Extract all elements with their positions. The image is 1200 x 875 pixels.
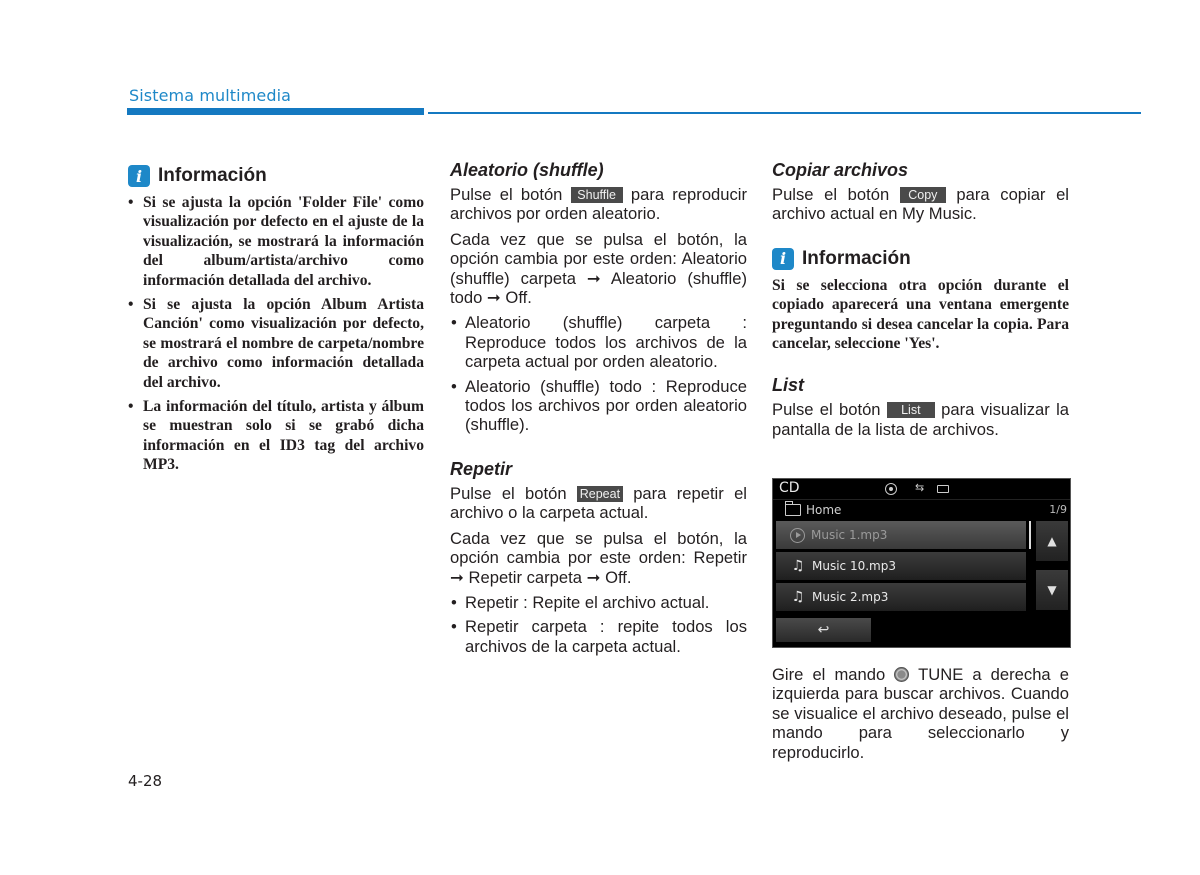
tune-text: Gire el mando TUNE a derecha e izquierda… bbox=[772, 665, 1069, 762]
arrow-down-icon: ▼ bbox=[1047, 583, 1057, 597]
info-bullet: Si se ajusta la opción Album Artista Can… bbox=[128, 295, 424, 392]
scrollbar[interactable] bbox=[1029, 521, 1031, 549]
repeat-bullet: Repetir carpeta : repite todos los archi… bbox=[450, 617, 747, 656]
shuffle-bullet: Aleatorio (shuffle) carpeta : Reproduce … bbox=[450, 313, 747, 371]
info-box-display: i Información Si se ajusta la opción 'Fo… bbox=[128, 165, 424, 480]
info-bullet-list: Si se ajusta la opción 'Folder File' com… bbox=[128, 193, 424, 475]
disc-icon bbox=[885, 483, 897, 495]
repeat-intro: Pulse el botón Repeat para repetir el ar… bbox=[450, 484, 747, 523]
file-list-screen: CD ⇆ Home 1/9 Music 1.mp3 ♫ Music 10.mp3… bbox=[772, 478, 1071, 648]
copy-heading: Copiar archivos bbox=[772, 160, 909, 180]
usb-icon: ⇆ bbox=[915, 481, 925, 494]
page-number: 4-28 bbox=[128, 772, 163, 790]
copy-intro: Pulse el botón Copy para copiar el archi… bbox=[772, 185, 1069, 224]
repeat-bullets: Repetir : Repite el archivo actual. Repe… bbox=[450, 593, 747, 656]
shuffle-bullets: Aleatorio (shuffle) carpeta : Reproduce … bbox=[450, 313, 747, 434]
folder-path[interactable]: Home bbox=[785, 501, 842, 517]
folder-name: Home bbox=[806, 503, 842, 517]
text: Pulse el botón bbox=[772, 400, 887, 420]
music-note-icon: ♫ bbox=[791, 589, 805, 605]
music-note-icon: ♫ bbox=[791, 558, 805, 574]
shuffle-order: Cada vez que se pulsa el botón, la opció… bbox=[450, 229, 747, 308]
repeat-bullet: Repetir : Repite el archivo actual. bbox=[450, 593, 747, 613]
repeat-heading: Repetir bbox=[450, 458, 513, 479]
column-shuffle-repeat: Aleatorio (shuffle) Pulse el botón Shuff… bbox=[450, 160, 747, 662]
list-heading: List bbox=[772, 375, 805, 396]
info-title: Información bbox=[802, 247, 911, 269]
file-count: 1/9 bbox=[1049, 503, 1067, 516]
shuffle-heading: Aleatorio (shuffle) bbox=[450, 160, 604, 180]
file-name: Music 10.mp3 bbox=[812, 559, 896, 573]
scroll-down-button[interactable]: ▼ bbox=[1036, 570, 1068, 610]
text: Pulse el botón bbox=[772, 185, 900, 204]
tune-instructions: Gire el mando TUNE a derecha e izquierda… bbox=[772, 665, 1069, 768]
repeat-button: Repeat bbox=[576, 485, 623, 502]
file-name: Music 2.mp3 bbox=[812, 590, 889, 604]
copy-info-text: Si se selecciona otra opción durante el … bbox=[772, 276, 1069, 353]
battery-icon bbox=[937, 485, 949, 493]
play-icon bbox=[790, 527, 805, 543]
file-list-item[interactable]: ♫ Music 10.mp3 bbox=[776, 552, 1026, 580]
text: Pulse el botón bbox=[450, 483, 577, 503]
header-accent-bar bbox=[127, 108, 424, 115]
info-bullet: Si se ajusta la opción 'Folder File' com… bbox=[128, 193, 424, 290]
file-list-item[interactable]: ♫ Music 2.mp3 bbox=[776, 583, 1026, 611]
file-list-item[interactable]: Music 1.mp3 bbox=[776, 521, 1026, 549]
section-title: Sistema multimedia bbox=[129, 86, 292, 105]
info-icon: i bbox=[128, 165, 150, 187]
info-bullet: La información del título, artista y álb… bbox=[128, 397, 424, 475]
shuffle-intro: Pulse el botón Shuffle para reproducir a… bbox=[450, 185, 747, 224]
shuffle-button: Shuffle bbox=[570, 187, 623, 203]
info-title: Información bbox=[158, 165, 267, 186]
info-heading: i Información bbox=[772, 247, 1069, 270]
copy-button: Copy bbox=[899, 187, 946, 203]
tune-knob-icon bbox=[894, 667, 910, 682]
scroll-up-button[interactable]: ▲ bbox=[1036, 521, 1068, 561]
shuffle-bullet: Aleatorio (shuffle) todo : Reproduce tod… bbox=[450, 377, 747, 435]
text: Pulse el botón bbox=[450, 185, 571, 204]
column-copy-list: Copiar archivos Pulse el botón Copy para… bbox=[772, 160, 1069, 445]
file-name: Music 1.mp3 bbox=[811, 528, 888, 542]
arrow-up-icon: ▲ bbox=[1047, 534, 1057, 548]
list-button: List bbox=[886, 402, 935, 419]
folder-icon bbox=[785, 501, 801, 516]
source-label: CD bbox=[779, 480, 800, 496]
repeat-order: Cada vez que se pulsa el botón, la opció… bbox=[450, 528, 747, 587]
header-rule bbox=[428, 112, 1141, 114]
back-button[interactable]: ↩ bbox=[776, 618, 871, 642]
list-intro: Pulse el botón List para visualizar la p… bbox=[772, 400, 1069, 439]
text: Gire el mando bbox=[772, 665, 895, 684]
back-icon: ↩ bbox=[817, 622, 830, 638]
info-heading: i Información bbox=[128, 165, 424, 187]
info-icon: i bbox=[772, 247, 794, 270]
screen-status-bar: CD ⇆ bbox=[773, 479, 1070, 500]
